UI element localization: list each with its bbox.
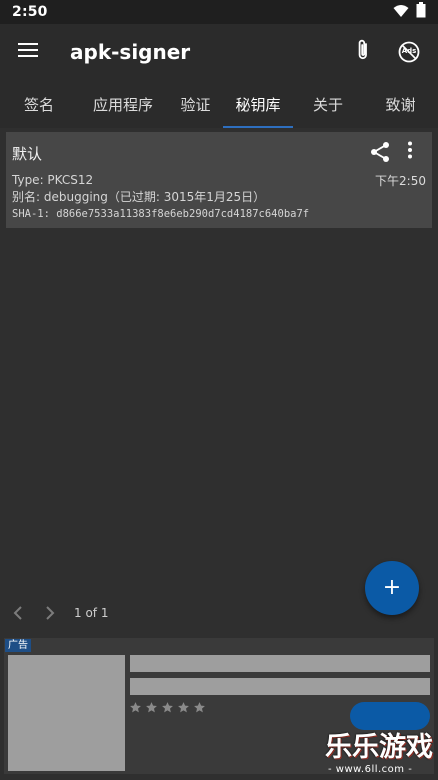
ad-cta-button[interactable] (350, 702, 430, 730)
watermark-title: 乐乐游戏 (325, 732, 433, 763)
app-bar: apk-signer Ads (0, 24, 438, 80)
keystore-card[interactable]: 默认 下午2:50 Type: PKCS12 别名: debugging（已过期… (6, 132, 432, 228)
wifi-icon (393, 3, 409, 22)
ad-body-placeholder (130, 678, 430, 695)
tab-apps[interactable]: 应用程序 (78, 80, 168, 128)
status-icons (393, 2, 426, 22)
star-icon (129, 699, 142, 713)
no-ads-icon: Ads (398, 41, 420, 63)
ad-image-placeholder (8, 655, 125, 771)
status-bar: 2:50 (0, 0, 438, 24)
tab-sign[interactable]: 签名 (0, 80, 78, 128)
share-button[interactable] (368, 140, 392, 164)
chevron-left-icon[interactable] (10, 605, 26, 621)
star-icon (161, 699, 174, 713)
keystore-time: 下午2:50 (375, 174, 426, 188)
page-indicator: 1 of 1 (74, 606, 109, 620)
tab-verify[interactable]: 验证 (168, 80, 223, 128)
tab-keystore[interactable]: 秘钥库 (223, 80, 293, 128)
add-icon: + (382, 575, 402, 600)
keystore-title: 默认 (12, 145, 43, 163)
tab-bar: 签名 应用程序 验证 秘钥库 关于 致谢 (0, 80, 438, 128)
remove-ads-button[interactable]: Ads (386, 29, 432, 75)
no-ads-label: Ads (401, 47, 417, 55)
keystore-type: Type: PKCS12 (12, 173, 94, 187)
ad-headline-placeholder (130, 655, 430, 672)
attachment-icon (356, 38, 370, 66)
tab-thanks[interactable]: 致谢 (363, 80, 438, 128)
menu-button[interactable] (0, 24, 56, 80)
share-icon (368, 142, 392, 168)
app-bar-actions: Ads (340, 24, 432, 80)
more-options-button[interactable] (398, 140, 422, 164)
more-vert-icon (407, 141, 413, 163)
watermark-url: - www.6ll.com - (328, 764, 413, 775)
star-icon (145, 699, 158, 713)
add-keystore-button[interactable]: + (365, 561, 419, 615)
attach-button[interactable] (340, 29, 386, 75)
chevron-right-icon[interactable] (42, 605, 58, 621)
pager: 1 of 1 (10, 600, 108, 626)
ad-rating (129, 699, 206, 713)
star-icon (193, 699, 206, 713)
star-icon (177, 699, 190, 713)
menu-icon (18, 42, 38, 62)
app-title: apk-signer (70, 40, 191, 64)
keystore-alias: 别名: debugging（已过期: 3015年1月25日） (12, 190, 266, 204)
watermark: 乐乐游戏 - www.6ll.com - (325, 733, 438, 780)
tab-about[interactable]: 关于 (293, 80, 363, 128)
status-time: 2:50 (12, 4, 48, 20)
ad-tag: 广告 (5, 639, 31, 652)
keystore-sha1: SHA-1: d866e7533a11383f8e6eb290d7cd4187c… (12, 208, 310, 220)
battery-icon (416, 2, 426, 22)
